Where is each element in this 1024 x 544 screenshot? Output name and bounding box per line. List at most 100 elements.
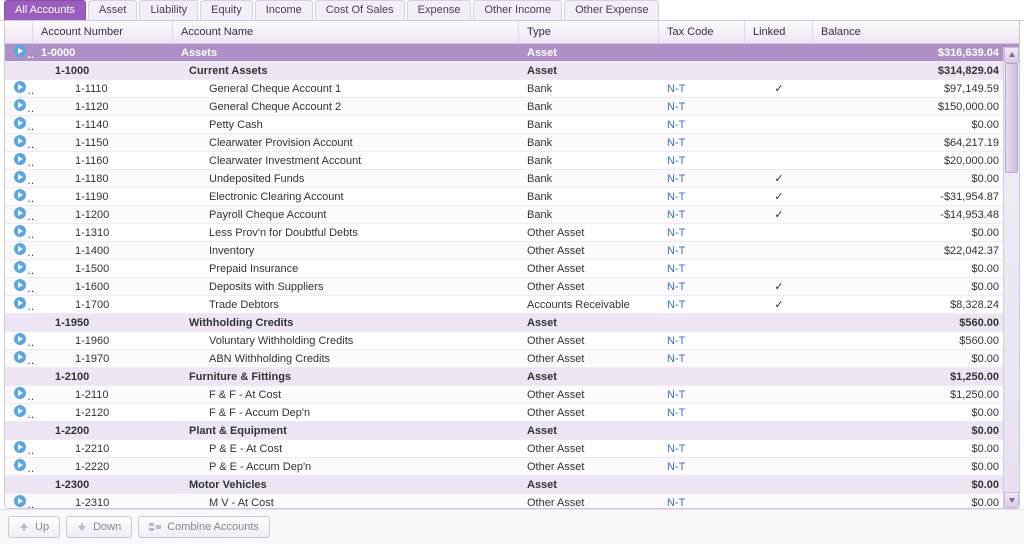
table-row[interactable]: 1-2310M V - At CostOther AssetN-T$0.00 xyxy=(5,494,1019,509)
combine-accounts-button[interactable]: Combine Accounts xyxy=(138,516,270,538)
account-name: Current Assets xyxy=(173,65,519,77)
account-number: 1-1600 xyxy=(33,281,173,293)
combine-label: Combine Accounts xyxy=(167,521,259,533)
table-row[interactable]: 1-2200Plant & EquipmentAsset$0.00 xyxy=(5,422,1019,440)
detail-arrow-icon[interactable] xyxy=(5,494,33,509)
detail-arrow-icon[interactable] xyxy=(5,152,33,169)
table-row[interactable]: 1-1150Clearwater Provision AccountBankN-… xyxy=(5,134,1019,152)
table-row[interactable]: 1-1600Deposits with SuppliersOther Asset… xyxy=(5,278,1019,296)
scroll-thumb[interactable] xyxy=(1005,63,1018,173)
tab-cost-of-sales[interactable]: Cost Of Sales xyxy=(315,0,405,20)
col-linked[interactable]: Linked xyxy=(745,21,813,43)
tab-other-expense[interactable]: Other Expense xyxy=(564,0,659,20)
tax-code: N-T xyxy=(659,227,745,239)
account-type: Bank xyxy=(519,209,659,221)
table-row[interactable]: 1-2110F & F - At CostOther AssetN-T$1,25… xyxy=(5,386,1019,404)
balance: $0.00 xyxy=(813,119,1007,131)
table-row[interactable]: 1-1160Clearwater Investment AccountBankN… xyxy=(5,152,1019,170)
tab-asset[interactable]: Asset xyxy=(88,0,138,20)
tab-all-accounts[interactable]: All Accounts xyxy=(4,0,86,20)
col-name[interactable]: Account Name xyxy=(173,21,519,43)
col-type[interactable]: Type xyxy=(519,21,659,43)
table-row[interactable]: 1-1140Petty CashBankN-T$0.00 xyxy=(5,116,1019,134)
table-row[interactable]: 1-1960Voluntary Withholding CreditsOther… xyxy=(5,332,1019,350)
table-row[interactable]: 1-1500Prepaid InsuranceOther AssetN-T$0.… xyxy=(5,260,1019,278)
account-name: F & F - At Cost xyxy=(173,389,519,401)
table-row[interactable]: 1-1310Less Prov'n for Doubtful DebtsOthe… xyxy=(5,224,1019,242)
account-name: Clearwater Provision Account xyxy=(173,137,519,149)
up-button[interactable]: Up xyxy=(8,516,60,538)
table-row[interactable]: 1-1180Undeposited FundsBankN-T✓$0.00 xyxy=(5,170,1019,188)
table-row[interactable]: 1-1110General Cheque Account 1BankN-T✓$9… xyxy=(5,80,1019,98)
col-balance[interactable]: Balance xyxy=(813,21,1007,43)
account-type: Bank xyxy=(519,137,659,149)
account-number: 1-1190 xyxy=(33,191,173,203)
detail-arrow-icon[interactable] xyxy=(5,332,33,349)
detail-arrow-icon[interactable] xyxy=(5,116,33,133)
table-row[interactable]: 1-1700Trade DebtorsAccounts ReceivableN-… xyxy=(5,296,1019,314)
account-type: Asset xyxy=(519,65,659,77)
detail-arrow-icon[interactable] xyxy=(5,242,33,259)
table-row[interactable]: 1-2120F & F - Accum Dep'nOther AssetN-T$… xyxy=(5,404,1019,422)
table-row[interactable]: 1-1400InventoryOther AssetN-T$22,042.37 xyxy=(5,242,1019,260)
table-row[interactable]: 1-2300Motor VehiclesAsset$0.00 xyxy=(5,476,1019,494)
account-type: Other Asset xyxy=(519,245,659,257)
tax-code: N-T xyxy=(659,245,745,257)
tax-code: N-T xyxy=(659,83,745,95)
table-row[interactable]: 1-1120General Cheque Account 2BankN-T$15… xyxy=(5,98,1019,116)
table-row[interactable]: 1-1200Payroll Cheque AccountBankN-T✓-$14… xyxy=(5,206,1019,224)
col-arrow xyxy=(5,21,33,43)
detail-arrow-icon[interactable] xyxy=(5,206,33,223)
detail-arrow-icon[interactable] xyxy=(5,278,33,295)
table-row[interactable]: 1-1000Current AssetsAsset $314,829.04 xyxy=(5,62,1019,80)
detail-arrow-icon[interactable] xyxy=(5,386,33,403)
account-number: 1-1000 xyxy=(33,65,173,77)
table-row[interactable]: 1-2100Furniture & FittingsAsset$1,250.00 xyxy=(5,368,1019,386)
scroll-down-button[interactable] xyxy=(1004,492,1019,508)
tax-code: N-T xyxy=(659,119,745,131)
account-name: Undeposited Funds xyxy=(173,173,519,185)
tab-liability[interactable]: Liability xyxy=(139,0,198,20)
tab-expense[interactable]: Expense xyxy=(407,0,472,20)
table-row[interactable]: 1-2210P & E - At CostOther AssetN-T$0.00 xyxy=(5,440,1019,458)
detail-arrow-icon[interactable] xyxy=(5,350,33,367)
table-row[interactable]: 1-1190Electronic Clearing AccountBankN-T… xyxy=(5,188,1019,206)
account-name: Assets xyxy=(173,47,519,59)
scroll-up-button[interactable] xyxy=(1004,47,1019,63)
detail-arrow-icon[interactable] xyxy=(5,134,33,151)
table-row[interactable]: 1-0000AssetsAsset$316,639.04 xyxy=(5,44,1019,62)
detail-arrow-icon[interactable] xyxy=(5,98,33,115)
tax-code: N-T xyxy=(659,407,745,419)
tab-other-income[interactable]: Other Income xyxy=(473,0,562,20)
vertical-scrollbar[interactable] xyxy=(1003,47,1019,508)
account-number: 1-1140 xyxy=(33,119,173,131)
detail-arrow-icon[interactable] xyxy=(5,260,33,277)
table-row[interactable]: 1-1950Withholding CreditsAsset$560.00 xyxy=(5,314,1019,332)
detail-arrow-icon[interactable] xyxy=(5,440,33,457)
account-name: Motor Vehicles xyxy=(173,479,519,491)
detail-arrow-icon[interactable] xyxy=(5,170,33,187)
detail-arrow-icon[interactable] xyxy=(5,188,33,205)
table-row[interactable]: 1-2220P & E - Accum Dep'nOther AssetN-T$… xyxy=(5,458,1019,476)
table-row[interactable]: 1-1970ABN Withholding CreditsOther Asset… xyxy=(5,350,1019,368)
account-type: Other Asset xyxy=(519,353,659,365)
detail-arrow-icon[interactable] xyxy=(5,404,33,421)
detail-arrow-icon[interactable] xyxy=(5,44,33,61)
balance: $560.00 xyxy=(813,335,1007,347)
detail-arrow-icon[interactable] xyxy=(5,458,33,475)
account-number: 1-2300 xyxy=(33,479,173,491)
balance: $0.00 xyxy=(813,461,1007,473)
balance: $314,829.04 xyxy=(813,65,1007,77)
account-number: 1-1110 xyxy=(33,83,173,95)
col-tax[interactable]: Tax Code xyxy=(659,21,745,43)
detail-arrow-icon[interactable] xyxy=(5,80,33,97)
detail-arrow-icon[interactable] xyxy=(5,224,33,241)
col-number[interactable]: Account Number xyxy=(33,21,173,43)
tab-income[interactable]: Income xyxy=(255,0,313,20)
detail-arrow-icon[interactable] xyxy=(5,296,33,313)
account-type: Asset xyxy=(519,371,659,383)
account-number: 1-2100 xyxy=(33,371,173,383)
tab-equity[interactable]: Equity xyxy=(200,0,253,20)
down-button[interactable]: Down xyxy=(66,516,132,538)
account-type: Asset xyxy=(519,47,659,59)
